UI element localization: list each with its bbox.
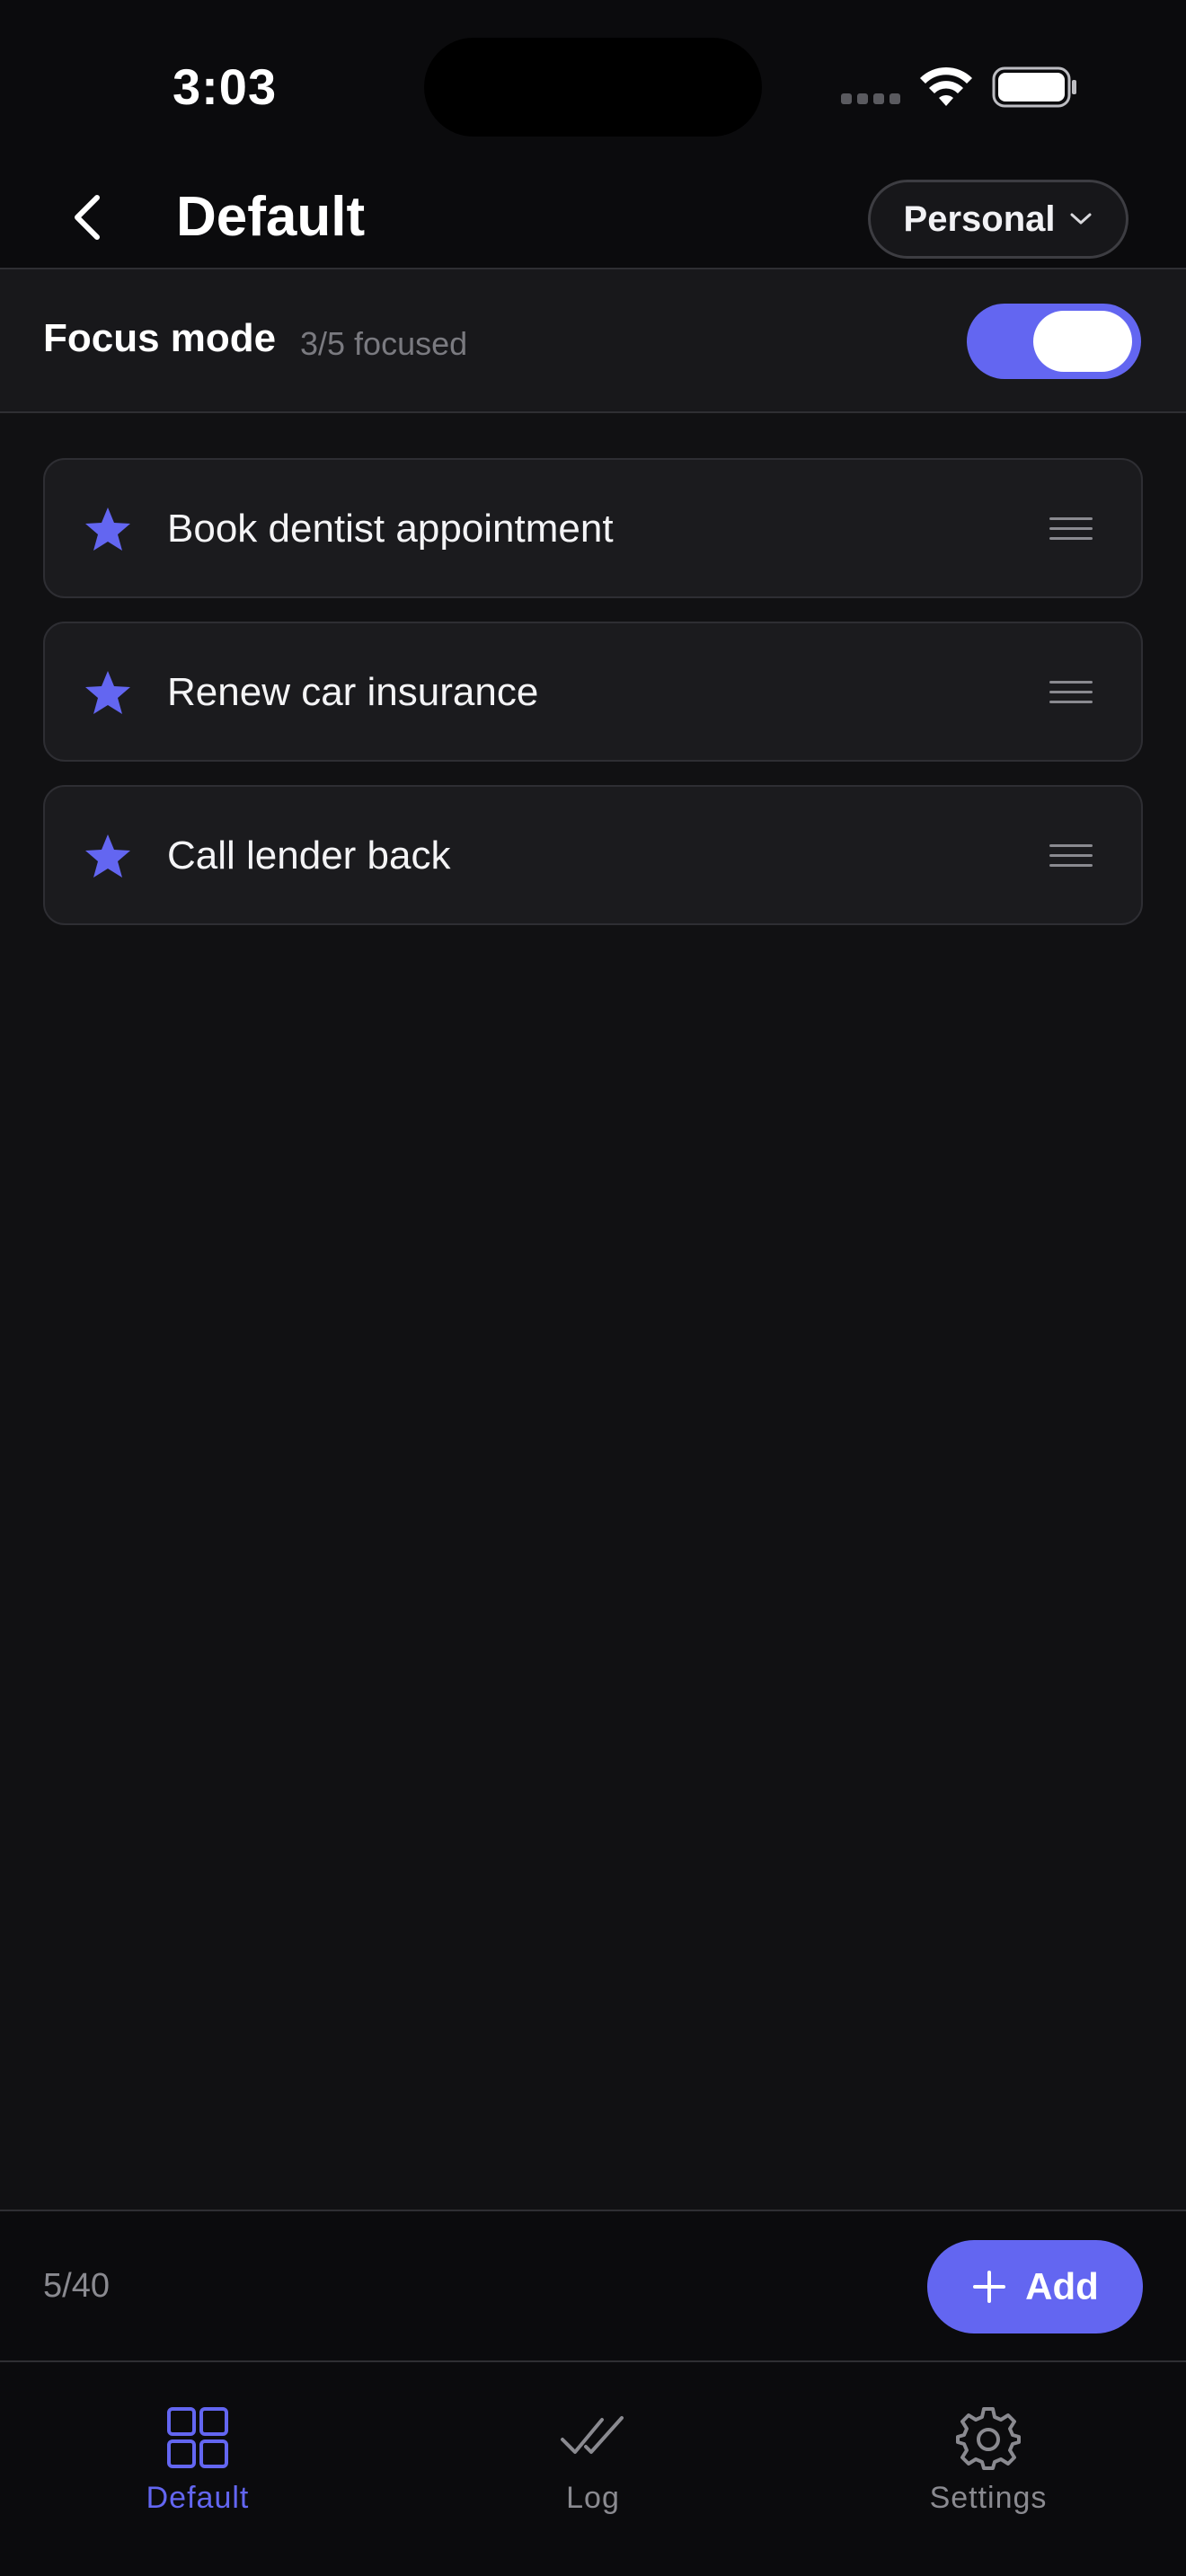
add-task-button[interactable]: Add: [927, 2240, 1143, 2333]
task-label: Renew car insurance: [167, 670, 539, 714]
add-button-label: Add: [1025, 2265, 1099, 2307]
profile-selector-label: Personal: [903, 198, 1056, 239]
tab-settings[interactable]: Settings: [872, 2404, 1105, 2538]
task-item[interactable]: Renew car insurance: [43, 622, 1143, 762]
toggle-knob: [1033, 311, 1132, 372]
star-icon[interactable]: [83, 505, 133, 555]
back-arrow-icon[interactable]: [63, 190, 117, 244]
tab-label: Log: [566, 2481, 620, 2515]
task-item[interactable]: Call lender back: [43, 785, 1143, 925]
list-footer: 5/40 Add: [0, 2210, 1186, 2362]
focus-count: 3/5 focused: [300, 325, 468, 362]
navigation-header: Default Personal: [0, 171, 1186, 269]
gear-icon: [956, 2407, 1021, 2470]
plus-icon: [973, 2271, 1006, 2303]
page-title: Default: [176, 186, 366, 248]
star-icon[interactable]: [83, 832, 133, 882]
dynamic-island: [424, 38, 762, 137]
double-check-icon: [561, 2416, 624, 2454]
tab-label: Settings: [929, 2481, 1048, 2515]
status-time: 3:03: [173, 58, 278, 115]
grid-icon: [167, 2407, 228, 2468]
tab-default[interactable]: Default: [81, 2404, 314, 2538]
focus-mode-bar: Focus mode 3/5 focused: [0, 269, 1186, 413]
task-item[interactable]: Book dentist appointment: [43, 458, 1143, 598]
battery-icon: [992, 66, 1076, 108]
drag-handle-icon[interactable]: [1049, 514, 1093, 544]
task-label: Book dentist appointment: [167, 507, 614, 551]
tab-log[interactable]: Log: [476, 2404, 710, 2538]
focus-mode-label: Focus mode: [43, 316, 277, 360]
tab-label: Default: [146, 2481, 250, 2515]
status-bar: 3:03: [0, 0, 1186, 171]
chevron-down-icon: [1070, 213, 1092, 225]
task-list: Book dentist appointment Renew car insur…: [43, 458, 1143, 948]
star-icon[interactable]: [83, 668, 133, 719]
task-count: 5/40: [43, 2267, 110, 2305]
focus-mode-toggle[interactable]: [967, 304, 1141, 379]
profile-selector-button[interactable]: Personal: [868, 180, 1128, 259]
task-label: Call lender back: [167, 834, 451, 878]
app-screen: 3:03 Default Personal Focus mode 3/5 foc…: [0, 0, 1186, 2576]
tab-bar: Default Log Settings: [0, 2362, 1186, 2576]
wifi-icon: [920, 66, 972, 106]
drag-handle-icon[interactable]: [1049, 841, 1093, 871]
drag-handle-icon[interactable]: [1049, 677, 1093, 708]
cellular-signal-icon: [841, 93, 900, 104]
